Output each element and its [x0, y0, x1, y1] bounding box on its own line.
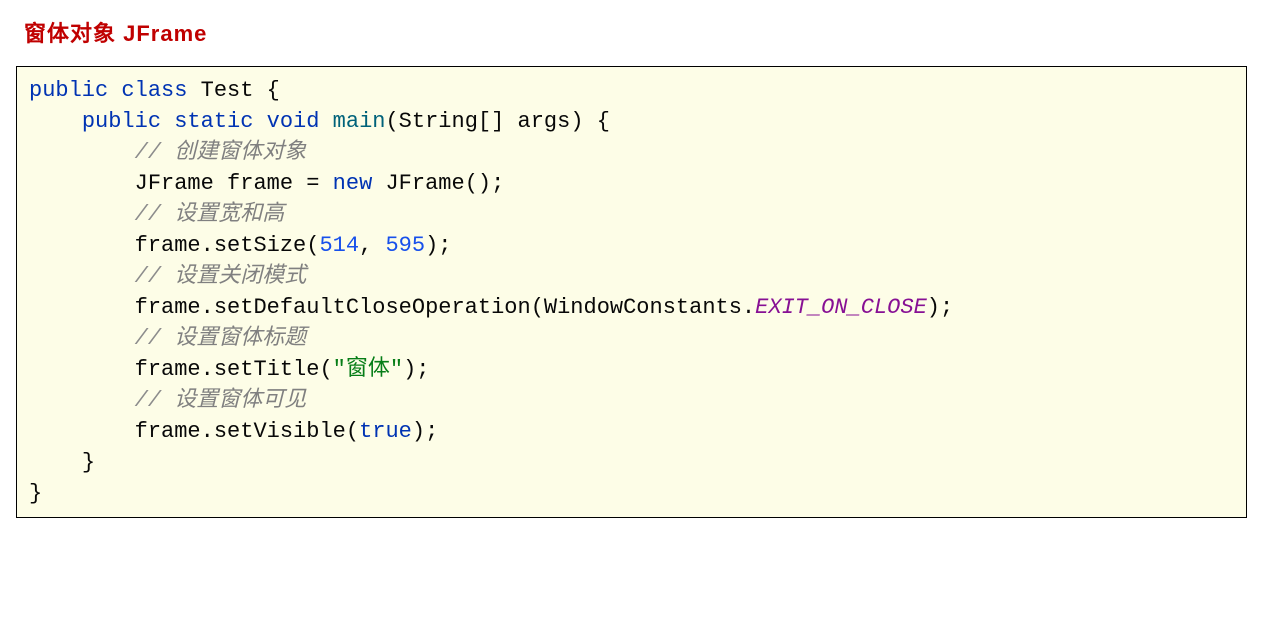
comment-slashes: //	[135, 202, 175, 227]
code-text: frame.setSize(	[135, 233, 320, 258]
constant: EXIT_ON_CLOSE	[755, 295, 927, 320]
method-name-main: main	[333, 109, 386, 134]
keyword-new: new	[333, 171, 373, 196]
code-text	[187, 78, 200, 103]
method-args: (String[] args) {	[385, 109, 609, 134]
code-text	[108, 78, 121, 103]
comment-slashes: //	[135, 140, 175, 165]
code-text	[253, 78, 266, 103]
comment-text: 创建窗体对象	[174, 140, 306, 165]
code-text	[253, 109, 266, 134]
code-text: JFrame();	[372, 171, 504, 196]
code-text	[161, 109, 174, 134]
comment-text: 设置窗体标题	[174, 326, 306, 351]
number-literal: 514	[319, 233, 359, 258]
code-text: frame.setTitle(	[135, 357, 333, 382]
comment-text: 设置宽和高	[174, 202, 284, 227]
keyword-public: public	[29, 78, 108, 103]
code-text: );	[403, 357, 429, 382]
comment-slashes: //	[135, 264, 175, 289]
code-text: JFrame frame =	[135, 171, 333, 196]
number-literal: 595	[385, 233, 425, 258]
code-text: frame.setDefaultCloseOperation(WindowCon…	[135, 295, 756, 320]
comment-slashes: //	[135, 388, 175, 413]
code-text	[319, 109, 332, 134]
brace: }	[29, 481, 42, 506]
brace: }	[82, 450, 95, 475]
keyword-class: class	[121, 78, 187, 103]
keyword-static: static	[174, 109, 253, 134]
code-text: ,	[359, 233, 385, 258]
keyword-void: void	[267, 109, 320, 134]
string-literal: "窗体"	[333, 357, 403, 382]
comment-text: 设置窗体可见	[174, 388, 306, 413]
brace: {	[267, 78, 280, 103]
code-text: frame.setVisible(	[135, 419, 359, 444]
code-text: );	[412, 419, 438, 444]
keyword-true: true	[359, 419, 412, 444]
code-block: public class Test { public static void m…	[16, 66, 1247, 518]
keyword-public: public	[82, 109, 161, 134]
section-heading: 窗体对象 JFrame	[24, 16, 1247, 48]
code-text: );	[927, 295, 953, 320]
code-text: );	[425, 233, 451, 258]
comment-text: 设置关闭模式	[174, 264, 306, 289]
class-name: Test	[201, 78, 254, 103]
comment-slashes: //	[135, 326, 175, 351]
